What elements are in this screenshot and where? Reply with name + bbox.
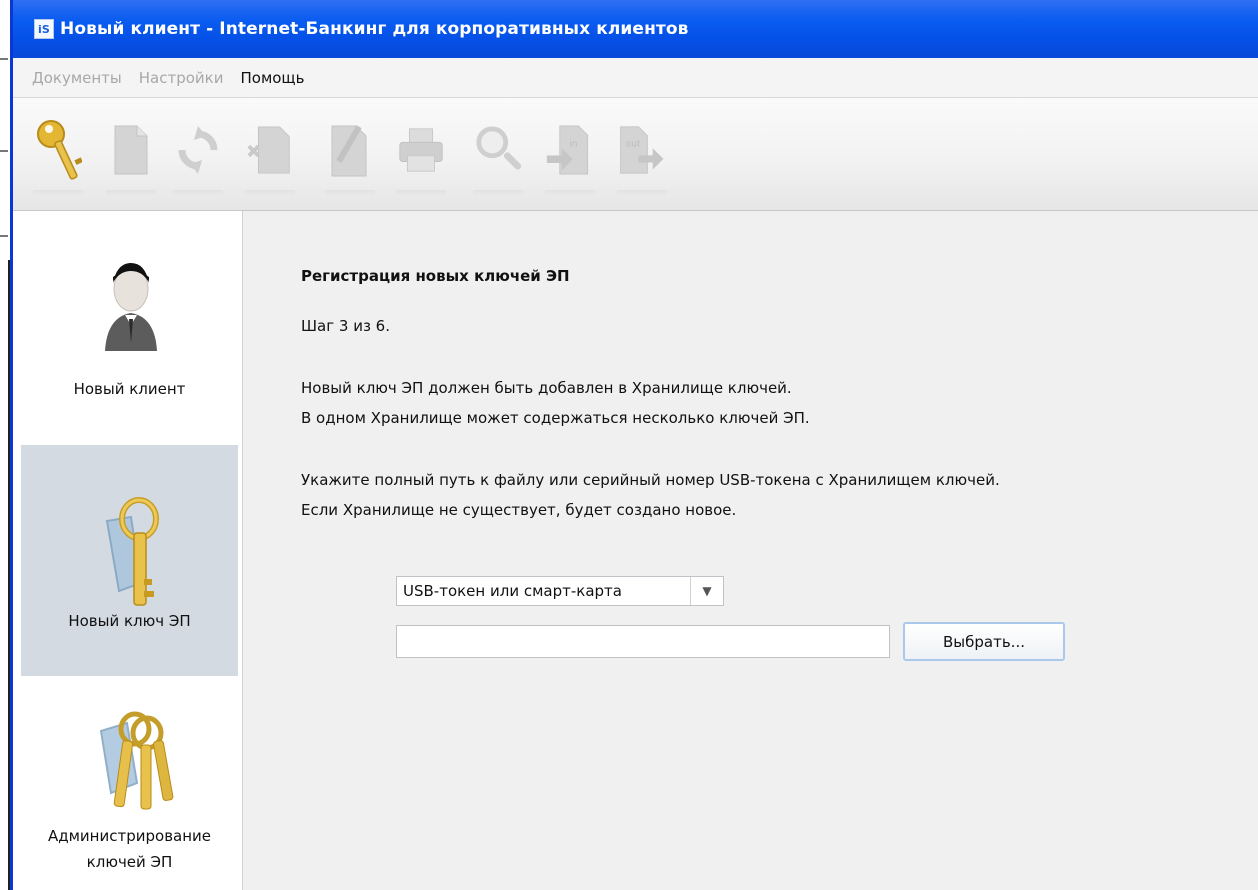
menu-settings[interactable]: Настройки [139,69,224,87]
sidebar-item-label: Новый клиент [73,380,186,398]
sidebar-item-label: Администрирование ключей ЭП [47,827,212,871]
toolbar-delete-button[interactable] [245,110,295,196]
wizard-panel: Регистрация новых ключей ЭП Шаг 3 из 6. … [243,211,1258,890]
key-icon [105,497,159,606]
edge-mark [0,235,8,237]
refresh-icon [178,126,218,174]
new-document-icon [114,125,148,175]
toolbar-edit-button[interactable] [325,110,375,196]
menu-bar: Документы Настройки Помощь [13,58,1258,98]
import-icon: in [546,125,589,175]
key-icon [37,120,82,180]
toolbar-new-button[interactable] [106,110,156,196]
window-title: Новый клиент - Internet-Банкинг для корп… [60,19,689,39]
dropdown-arrow-icon[interactable]: ▼ [690,577,723,605]
toolbar-refresh-button[interactable] [173,110,223,196]
print-icon [399,128,443,172]
left-edge [0,0,10,890]
storage-type-select[interactable]: USB-токен или смарт-карта ▼ [396,576,724,606]
choose-button[interactable]: Выбрать... [903,622,1065,661]
sidebar: Новый клиент Новый ключ ЭП Администриров… [13,211,243,890]
storage-path-input[interactable] [396,625,890,658]
storage-type-value: USB-токен или смарт-карта [403,582,622,600]
edge-mark [0,150,8,152]
app-window: iS Новый клиент - Internet-Банкинг для к… [10,0,1258,890]
sidebar-item-new-key[interactable]: Новый ключ ЭП [21,445,238,676]
export-icon: out [620,126,664,174]
info-line: В одном Хранилище может содержаться неск… [301,409,810,427]
info-line: Новый ключ ЭП должен быть добавлен в Хра… [301,379,792,397]
sidebar-item-new-client[interactable]: Новый клиент [21,221,238,441]
menu-documents[interactable]: Документы [32,69,122,87]
sidebar-item-label: Новый ключ ЭП [68,612,191,630]
title-bar[interactable]: iS Новый клиент - Internet-Банкинг для к… [13,0,1258,58]
svg-text:out: out [626,139,641,149]
app-icon: iS [34,19,54,39]
search-icon [476,126,522,170]
step-indicator: Шаг 3 из 6. [301,317,390,335]
keys-admin-icon [99,711,174,810]
toolbar: in out [13,98,1258,211]
svg-text:in: in [569,138,578,149]
toolbar-print-button[interactable] [396,110,446,196]
instruction-line: Если Хранилище не существует, будет созд… [301,501,737,519]
page-title: Регистрация новых ключей ЭП [301,267,570,285]
toolbar-key-button[interactable] [33,110,83,196]
edit-document-icon [331,125,367,177]
instruction-line: Укажите полный путь к файлу или серийный… [301,471,1000,489]
delete-document-icon [247,126,290,174]
toolbar-export-button[interactable]: out [617,110,667,196]
edge-mark [0,58,8,60]
user-icon [105,263,157,351]
menu-help[interactable]: Помощь [240,69,304,87]
toolbar-search-button[interactable] [473,110,523,196]
sidebar-item-key-admin[interactable]: Администрирование ключей ЭП [21,683,238,890]
toolbar-import-button[interactable]: in [545,110,595,196]
